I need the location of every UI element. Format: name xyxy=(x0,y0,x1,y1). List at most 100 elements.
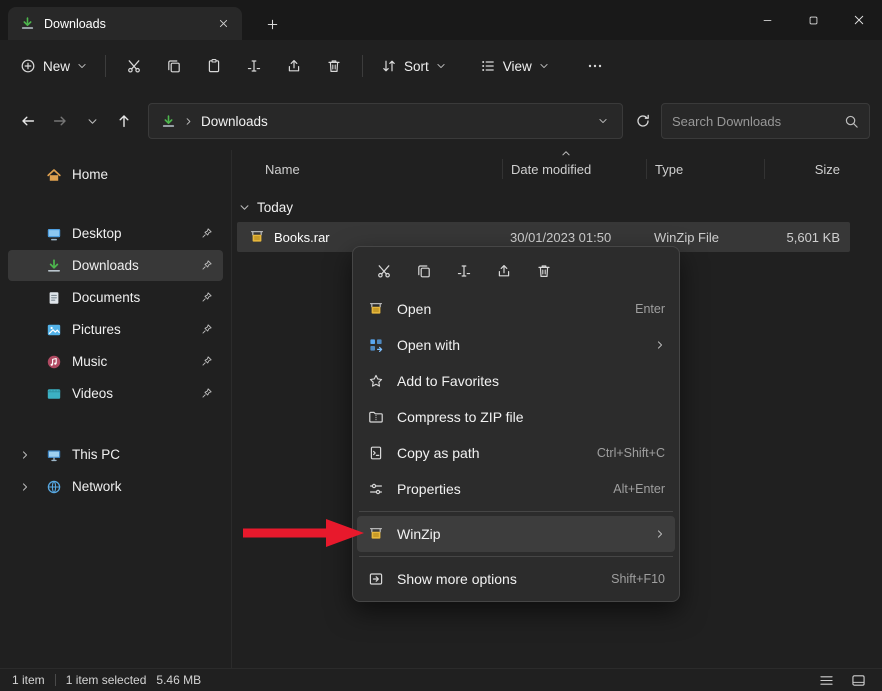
new-button[interactable]: New xyxy=(10,48,97,84)
menu-item-winzip[interactable]: WinZip xyxy=(357,516,675,552)
column-header-name[interactable]: Name xyxy=(237,159,502,179)
sort-button[interactable]: Sort xyxy=(371,48,456,84)
recent-locations-button[interactable] xyxy=(76,105,108,137)
expand-chevron-icon[interactable] xyxy=(14,450,36,460)
column-label: Date modified xyxy=(511,162,591,177)
pin-icon xyxy=(201,259,213,271)
sidebar-item-videos[interactable]: Videos xyxy=(8,378,223,409)
videos-icon xyxy=(46,386,62,402)
sidebar-item-music[interactable]: Music xyxy=(8,346,223,377)
breadcrumb-downloads[interactable]: Downloads xyxy=(201,114,268,129)
maximize-button[interactable] xyxy=(790,0,836,40)
show-more-options-icon xyxy=(367,571,385,587)
menu-item-label: Open with xyxy=(397,337,643,353)
cut-button[interactable] xyxy=(367,255,401,287)
address-bar[interactable]: Downloads xyxy=(148,103,623,139)
column-header-size[interactable]: Size xyxy=(764,159,850,179)
zip-folder-icon xyxy=(367,409,385,425)
rename-button[interactable] xyxy=(234,48,274,84)
chevron-down-icon xyxy=(539,61,549,71)
home-icon xyxy=(46,167,62,183)
minimize-button[interactable] xyxy=(744,0,790,40)
copy-button[interactable] xyxy=(154,48,194,84)
submenu-chevron-icon xyxy=(655,340,665,350)
sidebar-item-this-pc[interactable]: This PC xyxy=(8,439,223,470)
rename-button[interactable] xyxy=(447,255,481,287)
selection-size: 5.46 MB xyxy=(156,673,201,687)
window-controls xyxy=(744,0,882,40)
paste-button[interactable] xyxy=(194,48,234,84)
see-more-button[interactable] xyxy=(575,48,615,84)
sidebar-item-network[interactable]: Network xyxy=(8,471,223,502)
cut-icon xyxy=(376,263,392,279)
refresh-button[interactable] xyxy=(627,105,659,137)
sidebar-item-home[interactable]: Home xyxy=(8,159,223,190)
share-button[interactable] xyxy=(274,48,314,84)
paste-icon xyxy=(206,58,222,74)
search-input[interactable] xyxy=(672,114,836,129)
view-icon xyxy=(480,58,496,74)
menu-item-show-more-options[interactable]: Show more options Shift+F10 xyxy=(357,561,675,597)
menu-item-compress-to-zip[interactable]: Compress to ZIP file xyxy=(357,399,675,435)
back-button[interactable] xyxy=(12,105,44,137)
menu-item-properties[interactable]: Properties Alt+Enter xyxy=(357,471,675,507)
file-date: 30/01/2023 01:50 xyxy=(510,230,611,245)
up-button[interactable] xyxy=(108,105,140,137)
forward-button[interactable] xyxy=(44,105,76,137)
delete-button[interactable] xyxy=(527,255,561,287)
menu-item-open[interactable]: Open Enter xyxy=(357,291,675,327)
item-count: 1 item xyxy=(12,673,45,687)
menu-item-label: WinZip xyxy=(397,526,643,542)
chevron-down-icon xyxy=(436,61,446,71)
menu-item-copy-as-path[interactable]: Copy as path Ctrl+Shift+C xyxy=(357,435,675,471)
expand-chevron-icon[interactable] xyxy=(14,482,36,492)
sidebar-item-pictures[interactable]: Pictures xyxy=(8,314,223,345)
sidebar-item-downloads[interactable]: Downloads xyxy=(8,250,223,281)
close-icon xyxy=(853,14,865,26)
menu-item-add-to-favorites[interactable]: Add to Favorites xyxy=(357,363,675,399)
share-button[interactable] xyxy=(487,255,521,287)
more-icon xyxy=(587,58,603,74)
tab-close-button[interactable] xyxy=(212,13,234,35)
new-tab-button[interactable] xyxy=(258,12,286,36)
menu-item-open-with[interactable]: Open with xyxy=(357,327,675,363)
delete-button[interactable] xyxy=(314,48,354,84)
column-label: Size xyxy=(815,162,840,177)
details-view-icon xyxy=(819,674,834,687)
address-dropdown-button[interactable] xyxy=(588,106,618,136)
close-button[interactable] xyxy=(836,0,882,40)
file-size: 5,601 KB xyxy=(787,230,841,245)
pin-icon xyxy=(201,323,213,335)
search-box[interactable] xyxy=(661,103,870,139)
menu-item-label: Copy as path xyxy=(397,445,585,461)
copy-button[interactable] xyxy=(407,255,441,287)
column-header-date-modified[interactable]: Date modified xyxy=(502,159,646,179)
view-button[interactable]: View xyxy=(470,48,559,84)
winzip-file-icon xyxy=(249,229,265,245)
status-bar: 1 item 1 item selected 5.46 MB xyxy=(0,668,882,691)
network-icon xyxy=(46,479,62,495)
desktop-icon xyxy=(46,226,62,242)
column-label: Name xyxy=(265,162,300,177)
cut-button[interactable] xyxy=(114,48,154,84)
large-thumbnails-view-button[interactable] xyxy=(846,671,870,689)
pin-icon xyxy=(201,355,213,367)
sidebar-item-label: Downloads xyxy=(72,258,139,273)
sidebar-item-label: Network xyxy=(72,479,122,494)
tab-title: Downloads xyxy=(44,17,203,31)
sort-button-label: Sort xyxy=(404,59,429,74)
pictures-icon xyxy=(46,322,62,338)
group-header-today[interactable]: Today xyxy=(239,196,293,218)
sidebar-item-desktop[interactable]: Desktop xyxy=(8,218,223,249)
details-view-button[interactable] xyxy=(814,671,838,689)
column-header-type[interactable]: Type xyxy=(646,159,764,179)
submenu-chevron-icon xyxy=(655,529,665,539)
tab-downloads[interactable]: Downloads xyxy=(8,7,242,40)
pin-icon xyxy=(201,291,213,303)
titlebar: Downloads xyxy=(0,0,882,40)
sidebar-item-documents[interactable]: Documents xyxy=(8,282,223,313)
downloads-icon xyxy=(46,258,62,274)
new-item-icon xyxy=(20,58,36,74)
column-headers: Name Date modified Type Size xyxy=(237,152,850,186)
view-button-label: View xyxy=(503,59,532,74)
